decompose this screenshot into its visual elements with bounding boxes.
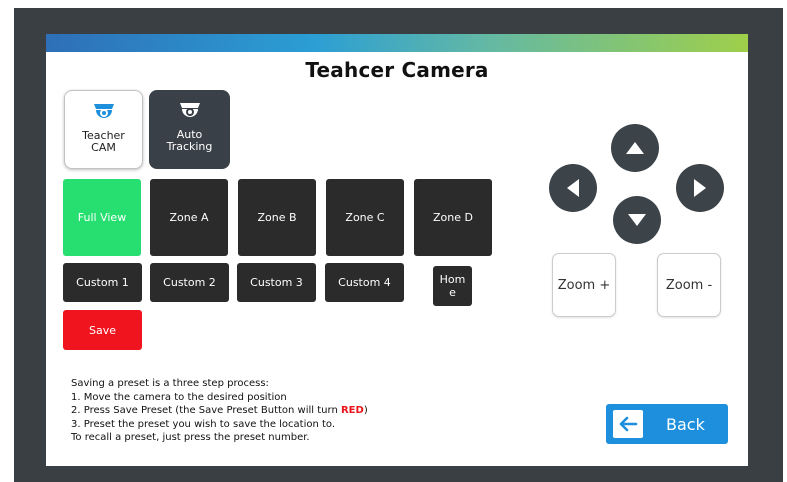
teacher-cam-label-line2: CAM: [91, 141, 116, 154]
preset-custom-4-button[interactable]: Custom 4: [325, 263, 404, 302]
instruction-line-4: 3. Preset the preset you wish to save th…: [71, 418, 336, 430]
preset-instructions: Saving a preset is a three step process:…: [71, 377, 491, 445]
instruction-line-3-end: ): [363, 405, 368, 416]
arrow-down-icon: [628, 214, 646, 226]
camera-control-panel: Teahcer Camera Teacher CAM Auto Tracking…: [46, 34, 748, 466]
pan-left-button[interactable]: [549, 164, 597, 212]
preset-zone-c-button[interactable]: Zone C: [326, 179, 404, 256]
pan-down-button[interactable]: [613, 196, 661, 244]
zoom-out-button[interactable]: Zoom -: [657, 253, 721, 317]
instruction-line-5: To recall a preset, just press the prese…: [71, 432, 310, 443]
save-preset-button[interactable]: Save: [63, 310, 142, 350]
preset-custom-2-button[interactable]: Custom 2: [150, 263, 229, 302]
back-label: Back: [666, 414, 705, 434]
zoom-in-button[interactable]: Zoom +: [552, 253, 616, 317]
preset-full-view-button[interactable]: Full View: [63, 179, 141, 256]
auto-tracking-button[interactable]: Auto Tracking: [149, 90, 230, 169]
instruction-line-2: 1. Move the camera to the desired positi…: [71, 391, 287, 403]
camera-icon: [93, 104, 114, 118]
instruction-line-1: Saving a preset is a three step process:: [71, 378, 269, 389]
page-title: Teahcer Camera: [305, 58, 489, 82]
back-arrow-icon: [613, 410, 643, 438]
home-label-line2: e: [449, 286, 456, 299]
instruction-line-3-text: 2. Press Save Preset (the Save Preset Bu…: [71, 405, 341, 416]
home-button[interactable]: Hom e: [433, 266, 472, 306]
auto-tracking-label-line2: Tracking: [166, 140, 213, 153]
arrow-left-icon: [567, 179, 579, 197]
arrow-up-icon: [626, 142, 644, 154]
instruction-red-highlight: RED: [340, 405, 364, 416]
pan-right-button[interactable]: [676, 164, 724, 212]
camera-icon: [179, 103, 200, 117]
preset-zone-b-button[interactable]: Zone B: [238, 179, 316, 256]
preset-custom-3-button[interactable]: Custom 3: [237, 263, 316, 302]
preset-custom-1-button[interactable]: Custom 1: [63, 263, 142, 302]
arrow-right-icon: [694, 179, 706, 197]
home-label-line1: Hom: [439, 273, 466, 286]
teacher-cam-button[interactable]: Teacher CAM: [64, 90, 143, 169]
pan-up-button[interactable]: [611, 124, 659, 172]
preset-zone-d-button[interactable]: Zone D: [414, 179, 492, 256]
preset-zone-a-button[interactable]: Zone A: [150, 179, 228, 256]
back-button[interactable]: Back: [606, 404, 728, 444]
instruction-line-3: 2. Press Save Preset (the Save Preset Bu…: [71, 404, 491, 418]
header-gradient-bar: [46, 34, 748, 52]
